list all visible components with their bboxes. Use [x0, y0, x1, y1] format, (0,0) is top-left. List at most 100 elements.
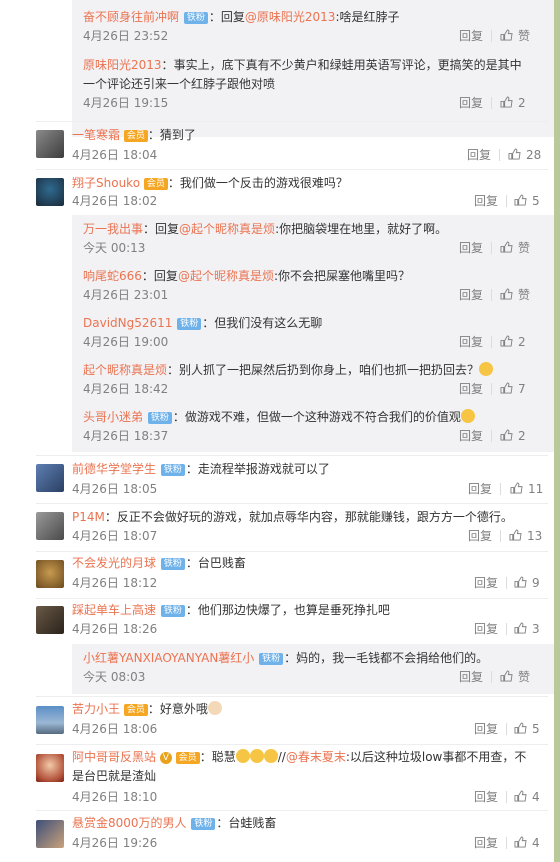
comment-text: :你不会把屎塞他嘴里吗？	[273, 269, 410, 283]
like-count: 2	[518, 96, 526, 110]
commenter-name[interactable]: 翔子Shouko	[72, 176, 140, 190]
thumb-up-icon	[500, 670, 513, 682]
comment-text: :啥是红脖子	[335, 10, 400, 24]
mention-link[interactable]: @原味阳光2013	[245, 10, 336, 24]
reply-button[interactable]: 回复	[467, 148, 491, 162]
like-button[interactable]: 2	[500, 335, 526, 349]
avatar[interactable]	[36, 560, 64, 588]
comment-item: 一笔寒霜 会员 ：猜到了 4月26日 18:04 回复 28	[0, 124, 554, 170]
reply-button[interactable]: 回复	[459, 382, 483, 396]
like-button[interactable]: 赞	[500, 241, 530, 255]
reply-button[interactable]: 回复	[459, 288, 483, 302]
comment-text: 反正不会做好玩的游戏，就加点辱华内容，那就能赚钱，跟方方一个德行。	[116, 510, 513, 524]
like-button[interactable]: 赞	[500, 29, 530, 43]
reply-button[interactable]: 回复	[474, 722, 498, 736]
like-button[interactable]: 13	[509, 529, 542, 543]
like-count: 7	[518, 382, 526, 396]
like-count: 5	[532, 722, 540, 736]
reply-button[interactable]: 回复	[459, 29, 483, 43]
mention-link[interactable]: @起个昵称真是烦	[178, 269, 274, 283]
commenter-name[interactable]: 原味阳光2013	[83, 58, 162, 72]
commenter-name[interactable]: 前德华学堂学生	[72, 462, 156, 476]
comment-time: 4月26日 18:42	[83, 382, 169, 396]
reply-button[interactable]: 回复	[459, 96, 483, 110]
avatar[interactable]	[36, 464, 64, 492]
avatar[interactable]	[36, 606, 64, 634]
like-button[interactable]: 28	[508, 148, 541, 162]
avatar[interactable]	[36, 706, 64, 734]
like-button[interactable]: 4	[514, 836, 540, 850]
commenter-name[interactable]: 悬赏金8000万的男人	[72, 816, 187, 830]
reply-button[interactable]: 回复	[468, 482, 492, 496]
comment-text: 我们做一个反击的游戏很难吗？	[179, 176, 348, 190]
like-button[interactable]: 赞	[500, 670, 530, 684]
like-button[interactable]: 2	[500, 429, 526, 443]
like-button[interactable]: 5	[514, 194, 540, 208]
mention-link[interactable]: @起个昵称真是烦	[179, 222, 275, 236]
avatar[interactable]	[36, 512, 64, 540]
mention-link[interactable]: @春末夏末	[286, 750, 346, 764]
commenter-name[interactable]: 阿中哥哥反黑站	[72, 750, 156, 764]
like-button[interactable]: 2	[500, 96, 526, 110]
reply-item: 奋不顾身往前冲啊 铁粉 ：回复@原味阳光2013:啥是红脖子 4月26日 23:5…	[83, 10, 531, 43]
reply-button[interactable]: 回复	[459, 429, 483, 443]
comment-time: 4月26日 18:06	[72, 722, 158, 736]
like-count: 赞	[518, 241, 531, 255]
like-button[interactable]: 3	[514, 622, 540, 636]
like-button[interactable]: 9	[514, 576, 540, 590]
commenter-name[interactable]: 响尾蛇666	[83, 269, 142, 283]
reply-button[interactable]: 回复	[474, 622, 498, 636]
like-button[interactable]: 赞	[500, 288, 530, 302]
comment-time: 4月26日 23:01	[83, 288, 169, 302]
commenter-name[interactable]: 头哥小迷弟	[83, 410, 143, 424]
commenter-name[interactable]: 起个昵称真是烦	[83, 363, 167, 377]
commenter-name[interactable]: 苦力小王	[72, 702, 120, 716]
commenter-name[interactable]: 奋不顾身往前冲啊	[83, 10, 179, 24]
fans-badge: 铁粉	[191, 818, 216, 830]
like-count: 28	[526, 148, 542, 162]
comment-time: 4月26日 19:15	[83, 96, 169, 110]
reply-button[interactable]: 回复	[459, 670, 483, 684]
thumb-up-icon	[500, 96, 513, 108]
comment-text-line2: 一个评论还引来一个红脖子跟他对喷	[83, 77, 276, 91]
comment-text: 别人抓了一把屎然后扔到你身上，咱们也抓一把扔回去？	[179, 363, 480, 377]
reply-button[interactable]: 回复	[474, 836, 498, 850]
avatar[interactable]	[36, 130, 64, 158]
like-count: 2	[518, 335, 526, 349]
commenter-name[interactable]: 踩起单车上高速	[72, 603, 156, 617]
fans-badge: 铁粉	[259, 653, 284, 665]
reply-button[interactable]: 回复	[459, 335, 483, 349]
thumb-up-icon	[500, 288, 513, 300]
comment-text-line2: 是台巴就是渣灿	[72, 769, 157, 783]
vip-badge: 会员	[143, 178, 168, 190]
commenter-name[interactable]: 小红薯YANXIAOYANYAN薯红小	[83, 651, 254, 665]
reply-item: 响尾蛇666：回复@起个昵称真是烦:你不会把屎塞他嘴里吗？ 4月26日 23:0…	[83, 269, 531, 302]
like-count: 4	[532, 836, 540, 850]
page-background-rail	[554, 0, 560, 862]
reply-button[interactable]: 回复	[474, 194, 498, 208]
thumb-up-icon	[500, 335, 513, 347]
like-count: 13	[527, 529, 543, 543]
like-button[interactable]: 5	[514, 722, 540, 736]
commenter-name[interactable]: 一笔寒霜	[72, 128, 120, 142]
avatar[interactable]	[36, 178, 64, 206]
commenter-name[interactable]: 万一我出事	[83, 222, 143, 236]
like-button[interactable]: 4	[514, 790, 540, 804]
reply-button[interactable]: 回复	[474, 790, 498, 804]
comment-time: 4月26日 18:37	[83, 429, 169, 443]
like-button[interactable]: 11	[510, 482, 543, 496]
commenter-name[interactable]: DavidNg52611	[83, 316, 172, 330]
like-button[interactable]: 7	[500, 382, 526, 396]
like-count: 赞	[518, 288, 531, 302]
fans-badge: 铁粉	[183, 12, 208, 24]
commenter-name[interactable]: 不会发光的月球	[72, 556, 156, 570]
laughing-emoji-icon	[479, 362, 494, 376]
comment-time: 4月26日 18:07	[72, 529, 158, 543]
reply-button[interactable]: 回复	[468, 529, 492, 543]
reply-button[interactable]: 回复	[474, 576, 498, 590]
avatar[interactable]	[36, 820, 64, 848]
avatar[interactable]	[36, 754, 64, 782]
reply-button[interactable]: 回复	[459, 241, 483, 255]
commenter-name[interactable]: P14M	[72, 510, 105, 524]
fans-badge: 铁粉	[147, 412, 172, 424]
